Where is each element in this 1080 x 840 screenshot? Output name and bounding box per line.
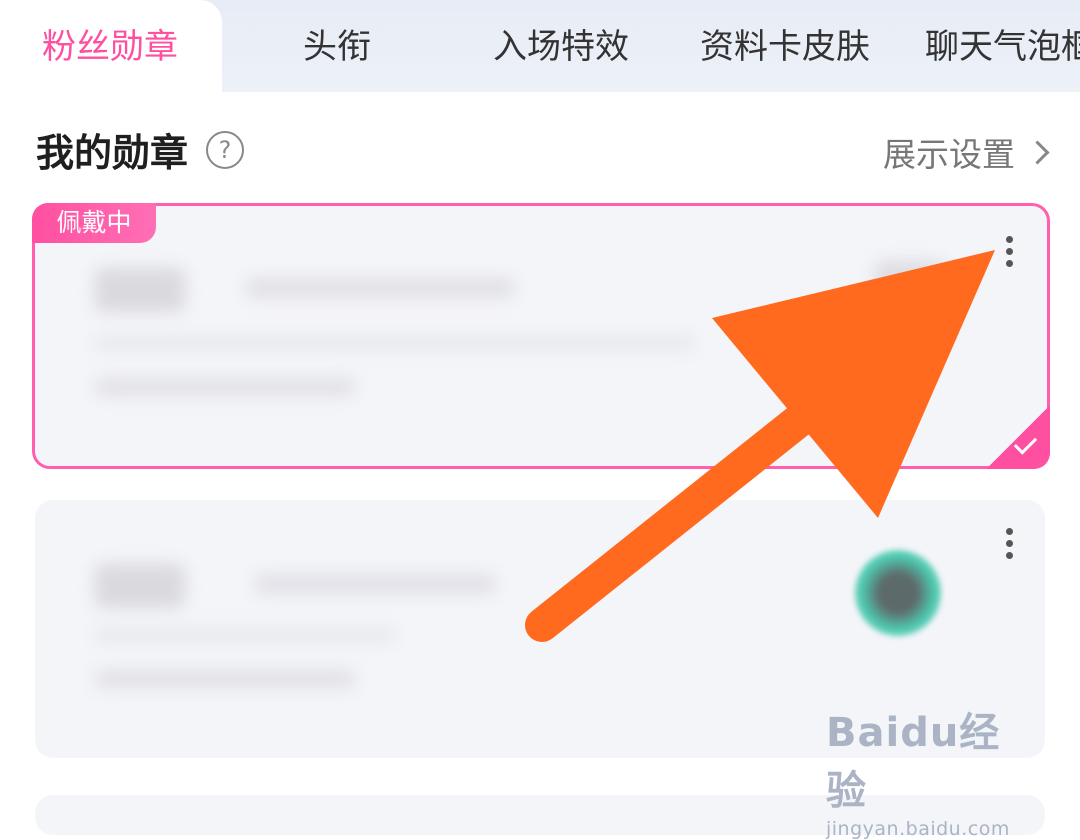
selected-check-icon <box>986 405 1050 469</box>
blurred-name <box>245 278 515 298</box>
tab-bar: 粉丝勋章 头衔 入场特效 资料卡皮肤 聊天气泡框 <box>0 0 1080 92</box>
blurred-badge <box>95 564 185 608</box>
baidu-jingyan-watermark: Baidu经验 jingyan.baidu.com <box>826 700 1026 840</box>
blurred-badge <box>95 268 185 312</box>
watermark-url: jingyan.baidu.com <box>826 818 1010 840</box>
blurred-icon <box>875 261 945 291</box>
blurred-name <box>255 574 495 594</box>
blurred-detail <box>95 670 355 688</box>
watermark-brand: Baidu经验 <box>826 710 1001 814</box>
avatar <box>855 550 941 636</box>
blurred-detail <box>95 378 355 396</box>
more-options-icon[interactable] <box>1005 528 1013 566</box>
chevron-right-icon <box>1025 139 1050 165</box>
blurred-progress <box>95 628 395 642</box>
tab-entry-effect[interactable]: 入场特效 <box>493 22 629 72</box>
tab-title[interactable]: 头衔 <box>303 22 371 72</box>
display-settings-label: 展示设置 <box>883 135 1015 174</box>
question-circle-icon[interactable]: ? <box>206 131 244 169</box>
tab-fan-badge[interactable]: 粉丝勋章 <box>42 22 178 72</box>
section-title: 我的勋章 <box>36 131 189 175</box>
more-options-icon[interactable] <box>1005 236 1013 274</box>
tab-profile-skin[interactable]: 资料卡皮肤 <box>700 22 870 72</box>
wearing-badge: 佩戴中 <box>32 203 156 243</box>
display-settings-link[interactable]: 展示设置 <box>883 128 1050 176</box>
blurred-progress <box>95 336 695 350</box>
tab-chat-bubble[interactable]: 聊天气泡框 <box>925 22 1080 72</box>
badge-card-wearing[interactable]: 佩戴中 <box>32 203 1050 469</box>
